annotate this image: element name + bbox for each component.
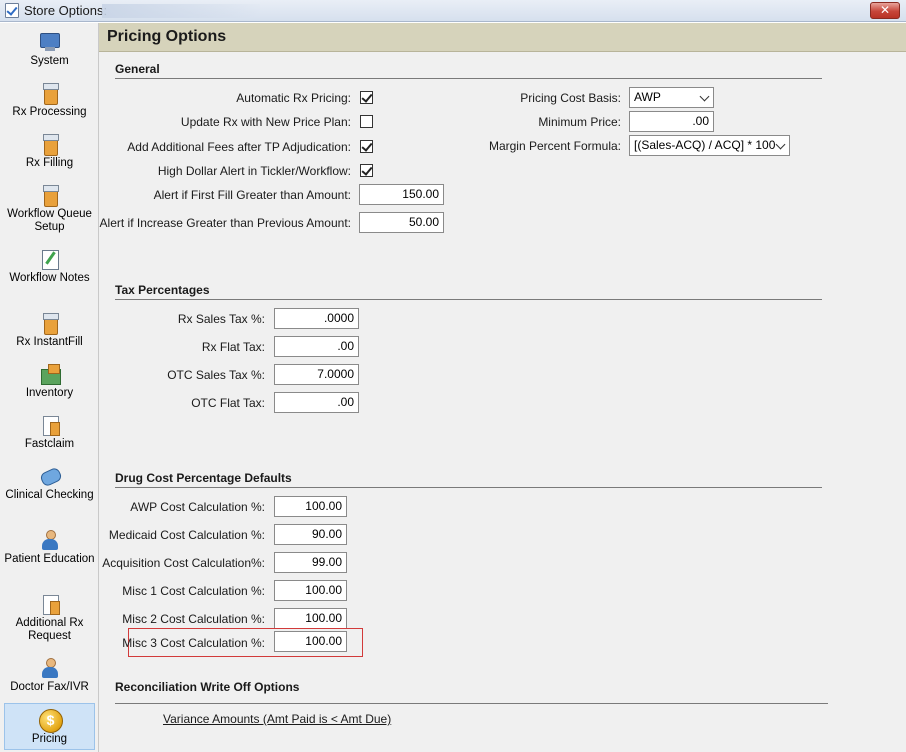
increase-alert-input[interactable]: 50.00 [359, 212, 444, 233]
section-divider [115, 487, 822, 488]
medicaid-cost-input[interactable]: 90.00 [274, 524, 347, 545]
sidebar-item-label: Rx Processing [12, 106, 87, 118]
section-divider [115, 703, 828, 704]
dollar-coin-icon [38, 709, 63, 733]
doctor-icon [39, 657, 61, 679]
options-sidebar: System Rx Processing Rx Filling Workflow… [0, 23, 99, 752]
sidebar-item-workflow-notes[interactable]: Workflow Notes [4, 248, 95, 285]
minimum-price-label: Minimum Price: [538, 115, 621, 129]
acquisition-cost-label: Acquisition Cost Calculation%: [102, 556, 265, 570]
high-dollar-alert-checkbox[interactable] [360, 164, 373, 177]
instantfill-bottle-icon [39, 312, 61, 335]
section-title-reconciliation: Reconciliation Write Off Options [115, 680, 300, 694]
misc3-cost-label: Misc 3 Cost Calculation %: [122, 636, 265, 650]
pricing-options-panel: Pricing Options General Automatic Rx Pri… [99, 23, 906, 752]
sidebar-item-label: Fastclaim [24, 438, 75, 450]
section-title-drug-cost: Drug Cost Percentage Defaults [115, 471, 292, 485]
section-title-general: General [115, 62, 160, 76]
rx-sales-tax-label: Rx Sales Tax %: [177, 312, 265, 326]
misc3-cost-input[interactable]: 100.00 [274, 631, 347, 652]
variance-amounts-link[interactable]: Variance Amounts (Amt Paid is < Amt Due) [163, 712, 391, 726]
sidebar-item-label: Doctor Fax/IVR [10, 681, 89, 693]
sidebar-item-rx-processing[interactable]: Rx Processing [4, 82, 95, 119]
prescription-bottle-icon [39, 133, 61, 156]
rx-request-icon [39, 593, 61, 615]
sidebar-item-rx-instantfill[interactable]: Rx InstantFill [4, 312, 95, 349]
pill-icon [39, 465, 61, 487]
prescription-bottle-icon [39, 82, 61, 105]
pricing-cost-basis-label: Pricing Cost Basis: [520, 91, 621, 105]
computer-icon [39, 31, 61, 53]
sidebar-item-label: Rx Filling [25, 157, 74, 169]
otc-flat-tax-label: OTC Flat Tax: [191, 396, 265, 410]
automatic-rx-pricing-checkbox[interactable] [360, 91, 373, 104]
sidebar-item-label: Workflow Queue Setup [7, 208, 92, 233]
chevron-down-icon [699, 91, 710, 102]
acquisition-cost-input[interactable]: 99.00 [274, 552, 347, 573]
section-title-tax: Tax Percentages [115, 283, 210, 297]
awp-cost-label: AWP Cost Calculation %: [130, 500, 265, 514]
misc2-cost-input[interactable]: 100.00 [274, 608, 347, 629]
people-icon [39, 529, 61, 551]
page-header: Pricing Options [99, 23, 906, 52]
rx-flat-tax-label: Rx Flat Tax: [201, 340, 265, 354]
close-window-button[interactable]: ✕ [870, 2, 900, 19]
sidebar-item-doctor-fax-ivr[interactable]: Doctor Fax/IVR [4, 657, 95, 694]
window-title-bar: Store Options: ✕ [0, 0, 906, 22]
rx-sales-tax-input[interactable]: .0000 [274, 308, 359, 329]
window-title: Store Options: [24, 3, 108, 18]
sidebar-item-pricing[interactable]: Pricing [4, 703, 95, 750]
automatic-rx-pricing-label: Automatic Rx Pricing: [236, 91, 351, 105]
update-rx-price-plan-checkbox[interactable] [360, 115, 373, 128]
otc-flat-tax-input[interactable]: .00 [274, 392, 359, 413]
queue-bottle-icon [39, 184, 61, 207]
chevron-down-icon [775, 139, 786, 150]
sidebar-item-inventory[interactable]: Inventory [4, 363, 95, 400]
sidebar-item-label: Additional Rx Request [15, 617, 84, 642]
misc1-cost-input[interactable]: 100.00 [274, 580, 347, 601]
medicaid-cost-label: Medicaid Cost Calculation %: [108, 528, 265, 542]
sidebar-item-label: System [30, 55, 69, 67]
first-fill-alert-input[interactable]: 150.00 [359, 184, 444, 205]
sidebar-item-label: Rx InstantFill [16, 336, 83, 348]
add-fees-tp-checkbox[interactable] [360, 140, 373, 153]
margin-formula-label: Margin Percent Formula: [488, 139, 621, 153]
pricing-cost-basis-value: AWP [634, 90, 661, 104]
store-options-app-icon [5, 3, 19, 18]
sidebar-item-label: Clinical Checking [5, 489, 94, 501]
sidebar-item-label: Inventory [25, 387, 74, 399]
increase-alert-label: Alert if Increase Greater than Previous … [99, 216, 351, 230]
margin-formula-value: [(Sales-ACQ) / ACQ] * 100 [634, 138, 776, 152]
notepad-icon [39, 248, 61, 270]
sidebar-item-rx-filling[interactable]: Rx Filling [4, 133, 95, 170]
page-title: Pricing Options [107, 28, 227, 45]
pricing-cost-basis-select[interactable]: AWP [629, 87, 714, 108]
misc1-cost-label: Misc 1 Cost Calculation %: [122, 584, 265, 598]
section-divider [115, 78, 822, 79]
sidebar-item-patient-education[interactable]: Patient Education [4, 529, 95, 566]
sidebar-item-workflow-queue-setup[interactable]: Workflow Queue Setup [4, 184, 95, 234]
first-fill-alert-label: Alert if First Fill Greater than Amount: [153, 188, 351, 202]
misc2-cost-label: Misc 2 Cost Calculation %: [122, 612, 265, 626]
otc-sales-tax-label: OTC Sales Tax %: [167, 368, 265, 382]
sidebar-item-additional-rx-request[interactable]: Additional Rx Request [4, 593, 95, 643]
sidebar-item-label: Workflow Notes [9, 272, 90, 284]
rx-flat-tax-input[interactable]: .00 [274, 336, 359, 357]
sidebar-item-label: Patient Education [4, 553, 95, 565]
sidebar-item-fastclaim[interactable]: Fastclaim [4, 414, 95, 451]
sidebar-item-clinical-checking[interactable]: Clinical Checking [4, 465, 95, 502]
claim-document-icon [39, 414, 61, 436]
update-rx-price-plan-label: Update Rx with New Price Plan: [180, 115, 351, 129]
awp-cost-input[interactable]: 100.00 [274, 496, 347, 517]
inventory-box-icon [39, 363, 61, 385]
sidebar-item-system[interactable]: System [4, 31, 95, 68]
minimum-price-input[interactable]: .00 [629, 111, 714, 132]
high-dollar-alert-label: High Dollar Alert in Tickler/Workflow: [157, 164, 351, 178]
sidebar-item-label: Pricing [31, 733, 68, 745]
otc-sales-tax-input[interactable]: 7.0000 [274, 364, 359, 385]
window-title-redacted [102, 4, 260, 18]
add-fees-tp-label: Add Additional Fees after TP Adjudicatio… [127, 140, 351, 154]
section-divider [115, 299, 822, 300]
margin-formula-select[interactable]: [(Sales-ACQ) / ACQ] * 100 [629, 135, 790, 156]
